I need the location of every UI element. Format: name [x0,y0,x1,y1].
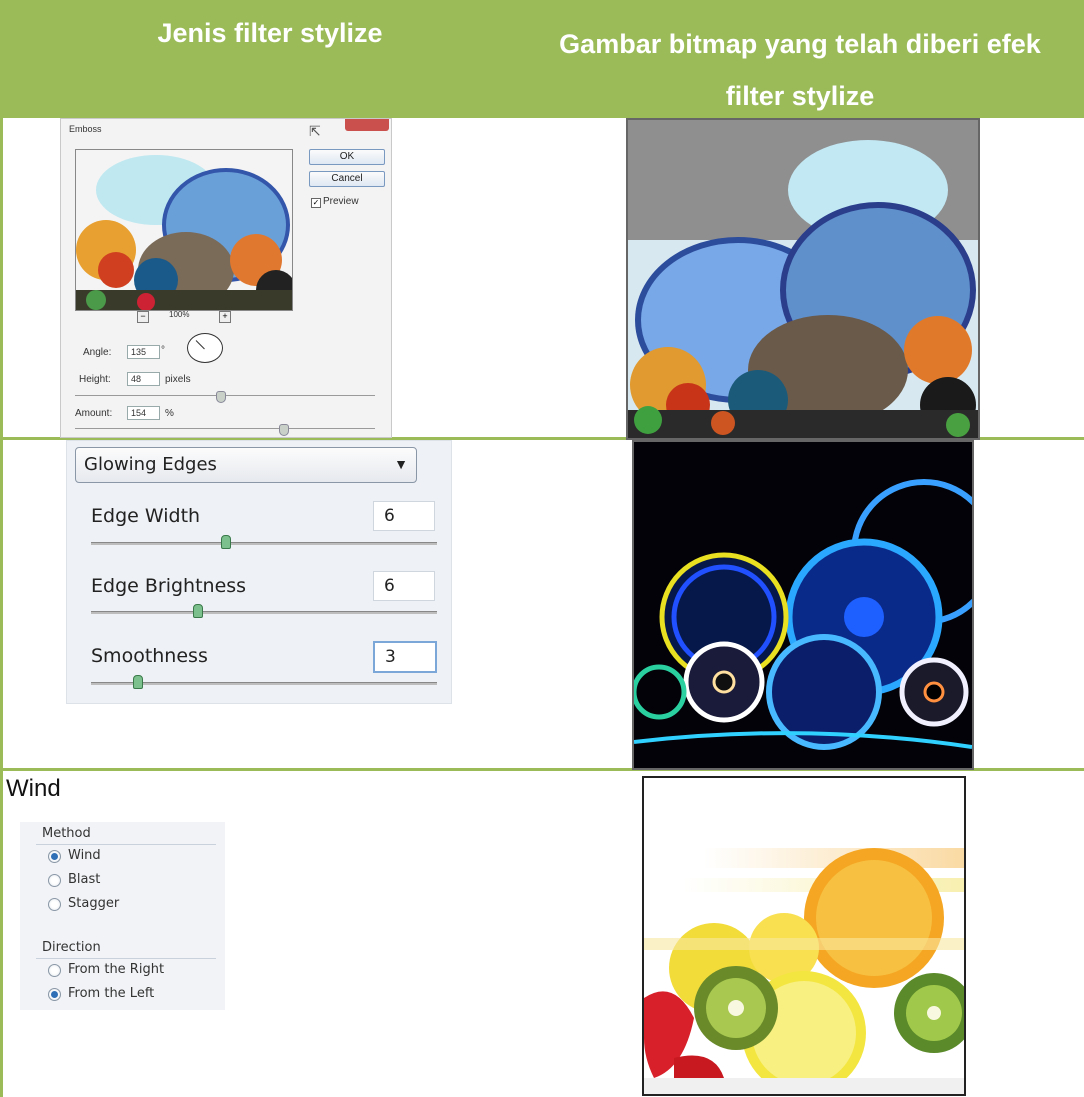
cursor-icon: ⇱ [309,123,321,139]
cancel-button[interactable]: Cancel [309,171,385,187]
emboss-preview-image [75,149,293,311]
filter-dropdown[interactable]: Glowing Edges ▼ [75,447,417,483]
emboss-dialog: Emboss ⇱ OK Cancel ✓ Preview − 100% + An… [60,118,392,438]
direction-label: Direction [42,940,101,955]
height-slider-thumb[interactable] [216,391,226,403]
ok-button[interactable]: OK [309,149,385,165]
amount-slider-thumb[interactable] [279,424,289,436]
header-filter-type: Jenis filter stylize [157,18,383,48]
angle-dial-needle [195,340,205,350]
radio-method-wind[interactable] [48,850,61,863]
method-option-wind: Wind [68,848,101,863]
height-unit: pixels [165,374,191,385]
amount-unit: % [165,408,174,419]
smoothness-slider-thumb[interactable] [133,675,143,689]
close-button[interactable] [345,119,389,131]
chevron-down-icon: ▼ [394,456,408,472]
emboss-result-image [626,118,980,440]
direction-divider [36,958,216,959]
height-input[interactable]: 48 [127,372,160,386]
filter-dropdown-value: Glowing Edges [84,454,217,475]
emboss-preview-svg [76,150,292,310]
height-label: Height: [79,374,111,385]
preview-label: Preview [323,196,359,207]
wind-dialog: Method Wind Blast Stagger Direction From… [20,822,225,1010]
angle-dial[interactable] [187,333,223,363]
direction-option-right: From the Right [68,962,165,977]
radio-method-blast[interactable] [48,874,61,887]
radio-direction-right[interactable] [48,964,61,977]
amount-input[interactable]: 154 [127,406,160,420]
amount-slider-track[interactable] [75,428,375,429]
glowing-result-image [632,440,974,770]
header-result-line1: Gambar bitmap yang telah diberi efek [559,29,1041,59]
wind-result-image [642,776,966,1096]
wind-result-svg [644,778,964,1094]
angle-unit: ° [161,345,165,356]
edge-width-label: Edge Width [91,505,201,527]
wind-title: Wind [6,775,61,802]
zoom-level: 100% [169,310,190,319]
emboss-result-svg [628,120,978,438]
table-header: Jenis filter stylize Gambar bitmap yang … [0,0,1084,118]
zoom-out-button[interactable]: − [137,311,149,323]
header-result-image: Gambar bitmap yang telah diberi efek fil… [530,18,1070,122]
glowing-edges-dialog: Glowing Edges ▼ Edge Width 6 Edge Bright… [66,440,452,704]
method-option-stagger: Stagger [68,896,120,911]
method-option-blast: Blast [68,872,101,887]
smoothness-label: Smoothness [91,645,208,667]
amount-label: Amount: [75,408,113,419]
header-result-line2: filter stylize [725,81,875,111]
glowing-result-svg [634,442,972,768]
method-label: Method [42,826,91,841]
radio-method-stagger[interactable] [48,898,61,911]
edge-brightness-slider-track[interactable] [91,611,437,614]
edge-brightness-input[interactable]: 6 [373,571,435,601]
angle-label: Angle: [83,347,112,358]
edge-width-input[interactable]: 6 [373,501,435,531]
angle-input[interactable]: 135 [127,345,160,359]
table-border-left [0,118,3,1097]
zoom-in-button[interactable]: + [219,311,231,323]
edge-brightness-label: Edge Brightness [91,575,247,597]
radio-direction-left[interactable] [48,988,61,1001]
edge-width-slider-track[interactable] [91,542,437,545]
edge-brightness-slider-thumb[interactable] [193,604,203,618]
emboss-title: Emboss [69,124,102,134]
edge-width-slider-thumb[interactable] [221,535,231,549]
preview-checkbox[interactable]: ✓ [311,198,321,208]
method-divider [36,844,216,845]
direction-option-left: From the Left [68,986,155,1001]
smoothness-input[interactable]: 3 [373,641,437,673]
